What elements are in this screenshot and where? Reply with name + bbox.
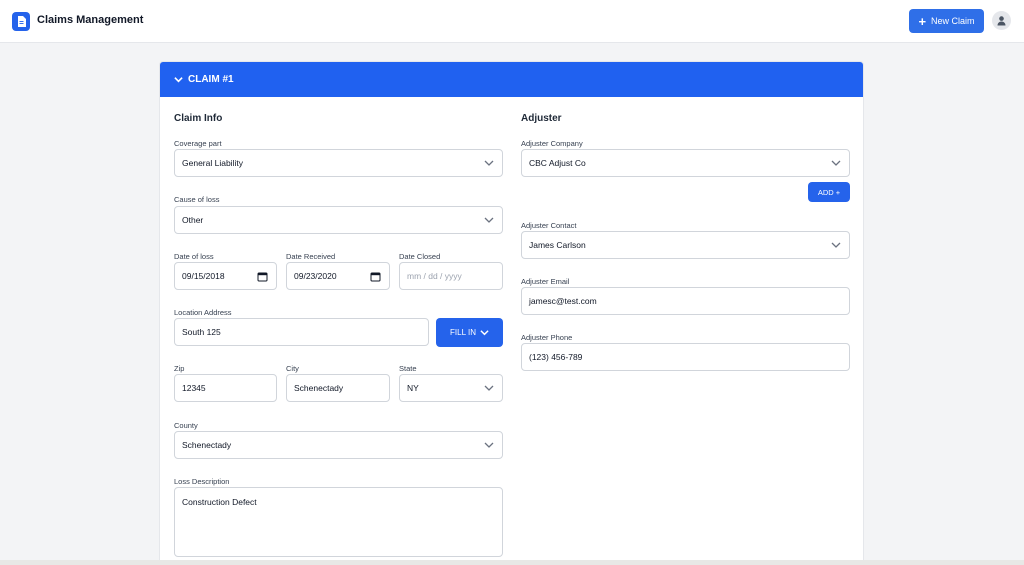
- fill-in-button[interactable]: FILL IN: [436, 318, 503, 347]
- loss-description-value: Construction Defect: [182, 497, 257, 507]
- claim-card: CLAIM #1 Claim Info Coverage part Genera…: [159, 61, 864, 565]
- bottom-strip: [0, 560, 1024, 565]
- city-value: Schenectady: [294, 383, 344, 393]
- adjuster-company-select[interactable]: CBC Adjust Co: [521, 149, 850, 177]
- chevron-down-icon: [174, 77, 183, 83]
- coverage-part-label: Coverage part: [174, 139, 222, 148]
- top-bar: Claims Management + New Claim: [0, 0, 1024, 43]
- user-icon[interactable]: [992, 11, 1011, 30]
- cause-of-loss-label: Cause of loss: [174, 195, 220, 204]
- cause-of-loss-value: Other: [182, 215, 204, 225]
- fill-in-label: FILL IN: [450, 328, 476, 337]
- adjuster-company-label: Adjuster Company: [521, 139, 583, 148]
- claim-info-title: Claim Info: [174, 113, 223, 124]
- adjuster-phone-input[interactable]: (123) 456-789: [521, 343, 850, 371]
- adjuster-email-input[interactable]: jamesc@test.com: [521, 287, 850, 315]
- adjuster-title: Adjuster: [521, 113, 562, 124]
- chevron-down-icon: [480, 330, 489, 336]
- adjuster-contact-label: Adjuster Contact: [521, 221, 577, 230]
- date-of-loss-input[interactable]: 09/15/2018: [174, 262, 277, 290]
- chevron-down-icon: [484, 217, 494, 223]
- adjuster-email-label: Adjuster Email: [521, 277, 570, 286]
- adjuster-contact-select[interactable]: James Carlson: [521, 231, 850, 259]
- adjuster-email-value: jamesc@test.com: [529, 296, 597, 306]
- adjuster-phone-value: (123) 456-789: [529, 352, 583, 362]
- location-address-label: Location Address: [174, 308, 232, 317]
- add-adjuster-button[interactable]: ADD +: [808, 182, 850, 202]
- state-label: State: [399, 364, 417, 373]
- city-input[interactable]: Schenectady: [286, 374, 390, 402]
- document-icon: [12, 12, 30, 31]
- calendar-icon[interactable]: [257, 271, 268, 282]
- zip-input[interactable]: 12345: [174, 374, 277, 402]
- calendar-icon[interactable]: [370, 271, 381, 282]
- claim-header[interactable]: CLAIM #1: [160, 62, 863, 97]
- location-address-input[interactable]: South 125: [174, 318, 429, 346]
- chevron-down-icon: [484, 160, 494, 166]
- county-label: County: [174, 421, 198, 430]
- coverage-part-select[interactable]: General Liability: [174, 149, 503, 177]
- chevron-down-icon: [484, 442, 494, 448]
- location-address-value: South 125: [182, 327, 221, 337]
- chevron-down-icon: [831, 242, 841, 248]
- add-label: ADD +: [817, 187, 841, 197]
- date-received-label: Date Received: [286, 252, 336, 261]
- new-claim-label: New Claim: [931, 16, 975, 26]
- chevron-down-icon: [831, 160, 841, 166]
- coverage-part-value: General Liability: [182, 158, 243, 168]
- claim-title: CLAIM #1: [188, 74, 234, 85]
- loss-description-textarea[interactable]: Construction Defect: [174, 487, 503, 557]
- plus-icon: +: [918, 13, 927, 29]
- new-claim-button[interactable]: + New Claim: [909, 9, 984, 33]
- state-select[interactable]: NY: [399, 374, 503, 402]
- adjuster-contact-value: James Carlson: [529, 240, 586, 250]
- date-received-input[interactable]: 09/23/2020: [286, 262, 390, 290]
- cause-of-loss-select[interactable]: Other: [174, 206, 503, 234]
- county-select[interactable]: Schenectady: [174, 431, 503, 459]
- app-title: Claims Management: [37, 14, 144, 26]
- date-closed-input[interactable]: mm / dd / yyyy: [399, 262, 503, 290]
- date-of-loss-label: Date of loss: [174, 252, 214, 261]
- date-closed-label: Date Closed: [399, 252, 441, 261]
- date-closed-placeholder: mm / dd / yyyy: [407, 271, 462, 281]
- adjuster-company-value: CBC Adjust Co: [529, 158, 586, 168]
- chevron-down-icon: [484, 385, 494, 391]
- loss-description-label: Loss Description: [174, 477, 230, 486]
- adjuster-phone-label: Adjuster Phone: [521, 333, 573, 342]
- zip-label: Zip: [174, 364, 185, 373]
- city-label: City: [286, 364, 299, 373]
- county-value: Schenectady: [182, 440, 232, 450]
- zip-value: 12345: [182, 383, 206, 393]
